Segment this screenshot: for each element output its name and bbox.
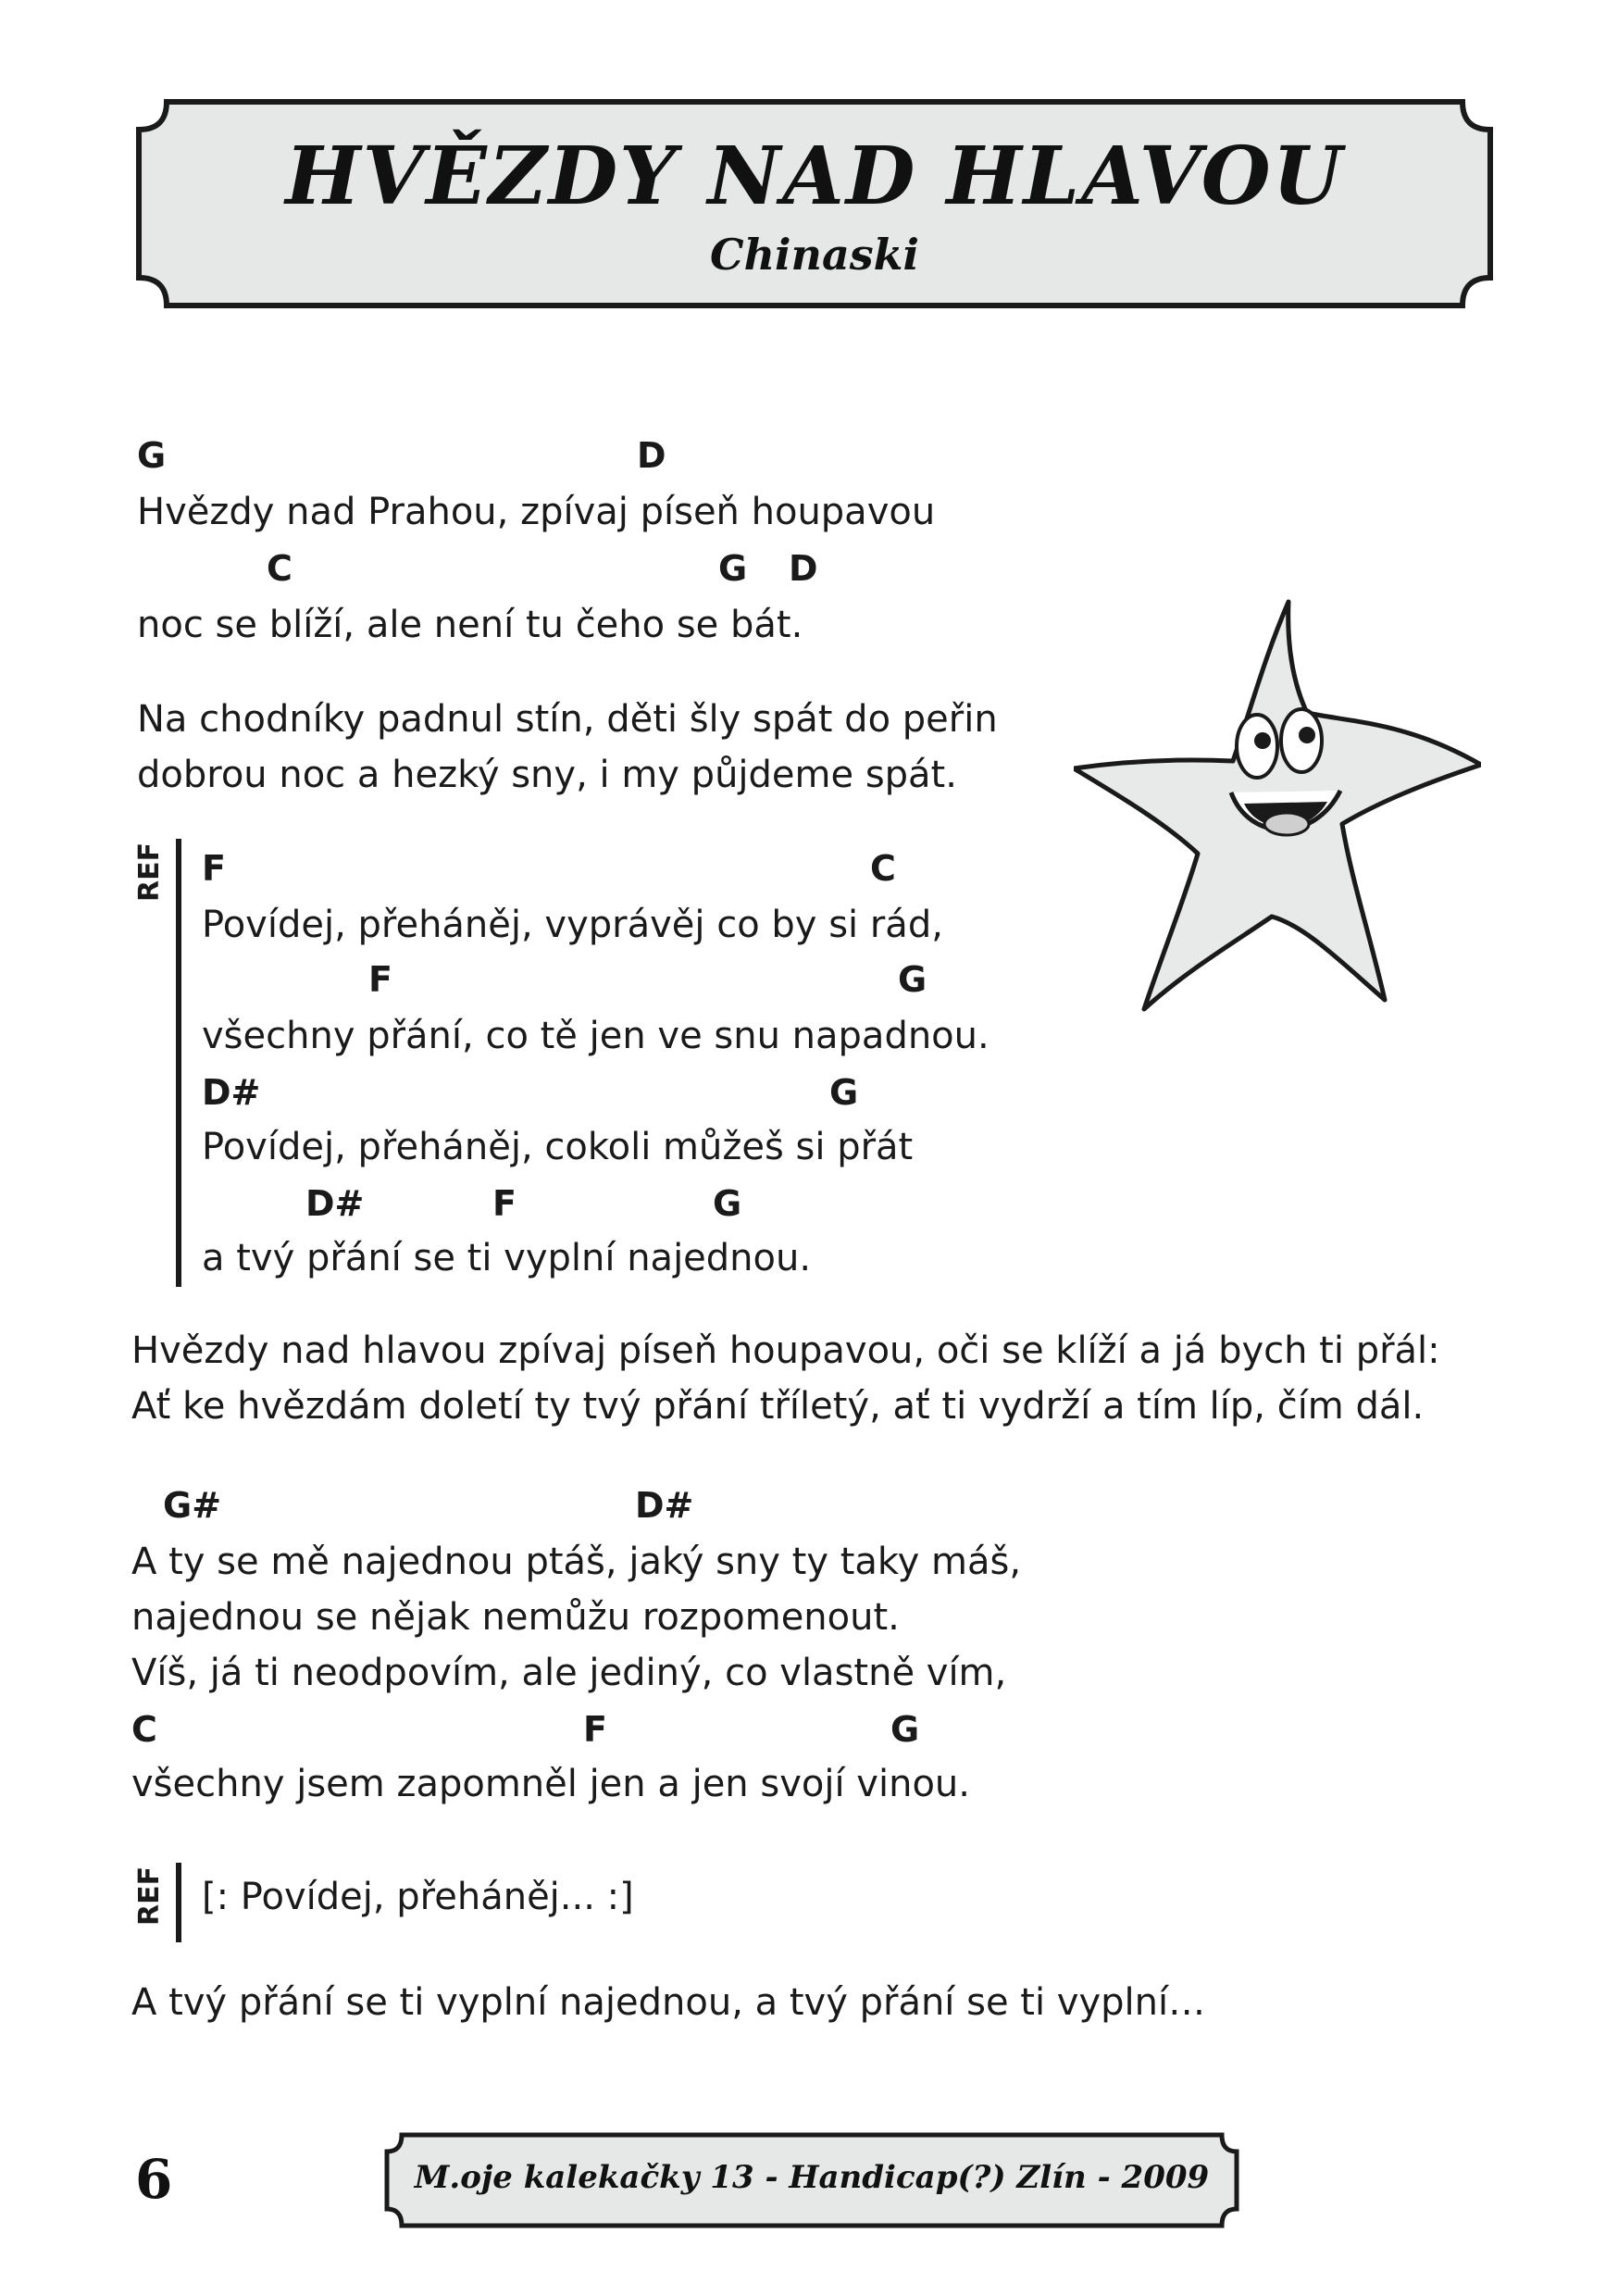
song-title: HVĚZDY NAD HLAVOU (285, 130, 1344, 223)
chord: G (137, 435, 167, 476)
chord: F (368, 959, 392, 1000)
lyric-line: Povídej, přeháněj, cokoli můžeš si přát (202, 1126, 914, 1168)
chord: G (713, 1183, 742, 1224)
ref-bar (176, 839, 181, 1287)
lyric-line: všechny jsem zapomněl jen a jen svojí vi… (131, 1763, 970, 1805)
lyric-line: A tvý přání se ti vyplní najednou, a tvý… (131, 1981, 1206, 2024)
lyric-line: a tvý přání se ti vyplní najednou. (202, 1237, 812, 1279)
lyric-line: A ty se mě najednou ptáš, jaký sny ty ta… (131, 1541, 1022, 1583)
lyric-line: dobrou noc a hezký sny, i my půjdeme spá… (137, 754, 957, 796)
chord: D# (202, 1072, 261, 1113)
chord: G (829, 1072, 859, 1113)
star-icon (1071, 599, 1484, 1012)
ref-label: REF (133, 1866, 166, 1926)
chorus-repeat-line: [: Povídej, přeháněj... :] (202, 1876, 634, 1918)
lyric-line: Víš, já ti neodpovím, ale jediný, co vla… (131, 1652, 1007, 1694)
chord: G# (163, 1485, 222, 1526)
chord: C (870, 848, 896, 889)
lyric-line: Povídej, přeháněj, vyprávěj co by si rád… (202, 904, 943, 946)
ref-label: REF (133, 842, 166, 902)
chord: G (898, 959, 927, 1000)
chord: F (492, 1183, 517, 1224)
chord: D# (305, 1183, 365, 1224)
page-number: 6 (135, 2148, 173, 2211)
lyric-line: najednou se nějak nemůžu rozpomenout. (131, 1596, 900, 1639)
ref-bar (176, 1863, 181, 1942)
footer-text: M.oje kalekačky 13 - Handicap(?) Zlín - … (414, 2159, 1210, 2196)
chord: F (202, 848, 226, 889)
chord: C (131, 1709, 157, 1750)
chord: G (718, 548, 748, 589)
lyric-line: Ať ke hvězdám doletí ty tvý přání třílet… (131, 1385, 1425, 1428)
title-banner: HVĚZDY NAD HLAVOU Chinaski (130, 93, 1500, 315)
lyric-line: Hvězdy nad hlavou zpívaj píseň houpavou,… (131, 1329, 1440, 1372)
chord: D (637, 435, 666, 476)
lyric-line: všechny přání, co tě jen ve snu napadnou… (202, 1015, 989, 1057)
song-artist: Chinaski (709, 230, 920, 280)
chord: G (890, 1709, 920, 1750)
lyric-line: Hvězdy nad Prahou, zpívaj píseň houpavou (137, 491, 936, 533)
lyric-line: noc se blíží, ale není tu čeho se bát. (137, 604, 803, 646)
smiling-star-illustration (1071, 593, 1484, 1022)
chord: D (789, 548, 818, 589)
chord: D# (635, 1485, 694, 1526)
chord: C (267, 548, 292, 589)
chord: F (583, 1709, 607, 1750)
lyric-line: Na chodníky padnul stín, děti šly spát d… (137, 698, 998, 741)
footer-banner: M.oje kalekačky 13 - Handicap(?) Zlín - … (381, 2129, 1242, 2231)
